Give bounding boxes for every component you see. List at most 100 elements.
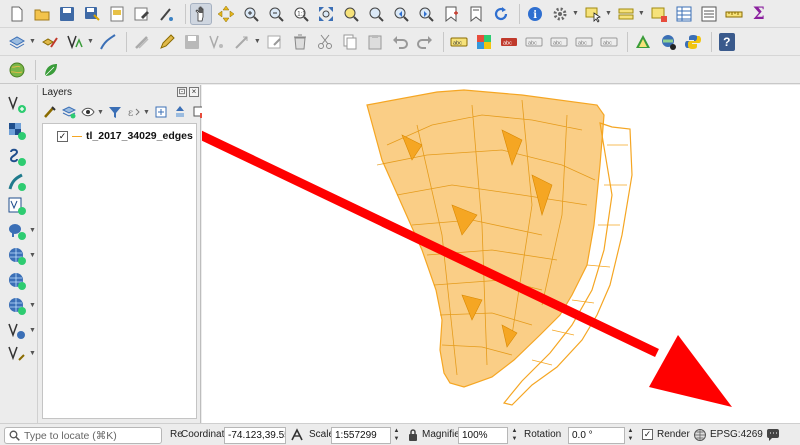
change-label-icon[interactable]: abc — [573, 31, 595, 53]
dropdown-arrow-icon[interactable]: ▼ — [254, 38, 261, 45]
dropdown-arrow-icon[interactable]: ▼ — [29, 38, 36, 45]
new-bookmark-icon[interactable] — [440, 3, 462, 25]
manage-visibility-icon[interactable] — [80, 104, 96, 120]
collapse-all-icon[interactable] — [172, 104, 188, 120]
add-wcs-icon[interactable] — [5, 295, 29, 317]
add-wfs-icon[interactable] — [5, 270, 29, 292]
statistics-icon[interactable] — [698, 3, 720, 25]
sigma-icon[interactable]: Σ — [748, 3, 770, 25]
pin-label-icon[interactable] — [473, 31, 495, 53]
open-project-icon[interactable] — [31, 3, 53, 25]
dropdown-arrow-icon[interactable]: ▼ — [29, 227, 36, 234]
zoom-last-icon[interactable] — [390, 3, 412, 25]
dropdown-arrow-icon[interactable]: ▼ — [97, 109, 104, 116]
gps-icon[interactable] — [657, 31, 679, 53]
filter-expression-icon[interactable]: ε — [126, 104, 142, 120]
paste-icon[interactable] — [364, 31, 386, 53]
pencil-icon[interactable] — [156, 31, 178, 53]
new-shapefile-icon[interactable] — [5, 343, 29, 365]
panel-close-icon[interactable]: × — [189, 87, 199, 97]
filter-legend-icon[interactable] — [107, 104, 123, 120]
add-delimited-text-icon[interactable] — [5, 171, 29, 193]
messages-icon[interactable] — [766, 428, 780, 442]
highlight-label-icon[interactable]: abc — [498, 31, 520, 53]
plugin-globe-icon[interactable] — [6, 59, 28, 81]
deselect-icon[interactable] — [648, 3, 670, 25]
add-virtual-layer-icon[interactable] — [5, 320, 29, 342]
redo-icon[interactable] — [414, 31, 436, 53]
open-layer-styling-icon[interactable] — [42, 104, 58, 120]
map-rendering[interactable] — [202, 85, 800, 423]
python-icon[interactable] — [682, 31, 704, 53]
coordinate-field[interactable]: -74.123,39.550 — [224, 427, 286, 444]
rotation-spinner-icon[interactable]: ▲ ▼ — [626, 427, 635, 444]
layout-manager-icon[interactable] — [131, 3, 153, 25]
dropdown-arrow-icon[interactable]: ▼ — [605, 10, 612, 17]
node-tool-icon[interactable] — [206, 31, 228, 53]
attribute-table-icon[interactable] — [673, 3, 695, 25]
render-checkbox[interactable]: ✓ — [642, 429, 653, 440]
pan-icon[interactable] — [190, 2, 212, 25]
edit-attributes-icon[interactable] — [264, 31, 286, 53]
save-as-icon[interactable] — [81, 3, 103, 25]
dropdown-arrow-icon[interactable]: ▼ — [29, 350, 36, 357]
dropdown-arrow-icon[interactable]: ▼ — [572, 10, 579, 17]
save-edits-icon[interactable] — [181, 31, 203, 53]
new-print-layout-icon[interactable] — [106, 3, 128, 25]
magnifier-field[interactable]: 100% — [458, 427, 508, 444]
label-icon[interactable]: abc — [448, 31, 470, 53]
dropdown-arrow-icon[interactable]: ▼ — [638, 10, 645, 17]
lock-scale-icon[interactable] — [406, 428, 420, 442]
add-postgis-icon[interactable] — [5, 220, 29, 242]
panel-float-icon[interactable]: ⊡ — [177, 87, 187, 97]
digitize-icon[interactable] — [64, 31, 86, 53]
layer-visibility-checkbox[interactable]: ✓ — [57, 130, 68, 142]
crs-label[interactable]: EPSG:4269 — [710, 429, 763, 440]
vertex-tool-icon[interactable] — [131, 31, 153, 53]
add-line-icon[interactable] — [97, 31, 119, 53]
georeferencer-icon[interactable] — [632, 31, 654, 53]
dropdown-arrow-icon[interactable]: ▼ — [29, 252, 36, 259]
dropdown-arrow-icon[interactable]: ▼ — [29, 302, 36, 309]
add-group-icon[interactable] — [61, 104, 77, 120]
zoom-out-icon[interactable] — [265, 3, 287, 25]
zoom-native-icon[interactable]: 1:1 — [290, 3, 312, 25]
dropdown-arrow-icon[interactable]: ▼ — [29, 327, 36, 334]
delete-selected-icon[interactable] — [289, 31, 311, 53]
crs-globe-icon[interactable] — [693, 428, 707, 442]
select-by-value-icon[interactable] — [615, 3, 637, 25]
layers-tree[interactable]: ✓ tl_2017_34029_edges — [42, 123, 197, 419]
run-action-icon[interactable] — [549, 3, 571, 25]
map-canvas[interactable] — [202, 85, 800, 423]
measure-icon[interactable] — [723, 3, 745, 25]
expand-all-icon[interactable] — [153, 104, 169, 120]
identify-icon[interactable]: i — [524, 3, 546, 25]
refresh-icon[interactable] — [490, 3, 512, 25]
scale-field[interactable]: 1:557299 — [331, 427, 391, 444]
zoom-to-selection-icon[interactable] — [340, 3, 362, 25]
move-feature-icon[interactable] — [231, 31, 253, 53]
scale-dropdown-icon[interactable]: ▲ ▼ — [392, 427, 401, 444]
show-bookmarks-icon[interactable] — [465, 3, 487, 25]
style-manager-icon[interactable] — [156, 3, 178, 25]
add-raster-layer-icon[interactable] — [5, 120, 29, 142]
pan-to-selection-icon[interactable] — [215, 3, 237, 25]
new-project-icon[interactable] — [6, 3, 28, 25]
add-vector-layer-icon[interactable] — [5, 93, 29, 115]
show-hide-labels-icon[interactable]: abc — [598, 31, 620, 53]
add-wms-icon[interactable] — [5, 245, 29, 267]
zoom-to-layer-icon[interactable] — [365, 3, 387, 25]
select-features-icon[interactable] — [582, 3, 604, 25]
zoom-in-icon[interactable] — [240, 3, 262, 25]
layer-item[interactable]: ✓ tl_2017_34029_edges — [57, 130, 193, 142]
undo-icon[interactable] — [389, 31, 411, 53]
zoom-next-icon[interactable] — [415, 3, 437, 25]
current-edits-icon[interactable] — [6, 31, 28, 53]
cut-icon[interactable] — [314, 31, 336, 53]
rotate-label-icon[interactable]: abc — [548, 31, 570, 53]
toggle-extents-icon[interactable] — [290, 428, 304, 442]
move-label-icon[interactable]: abc — [523, 31, 545, 53]
dropdown-arrow-icon[interactable]: ▼ — [143, 109, 150, 116]
locator-bar[interactable] — [4, 427, 162, 444]
locator-input[interactable] — [24, 429, 154, 442]
